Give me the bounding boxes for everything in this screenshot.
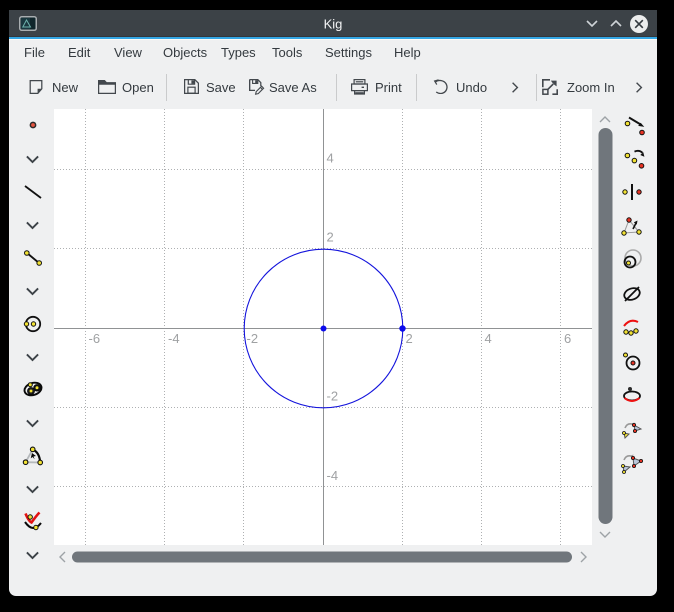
svg-text:Kig: Kig: [324, 17, 343, 32]
svg-text:2: 2: [406, 331, 413, 346]
svg-text:4: 4: [485, 331, 492, 346]
svg-text:-6: -6: [89, 331, 101, 346]
svg-text:2: 2: [327, 230, 334, 245]
svg-text:-4: -4: [168, 331, 180, 346]
svg-text:-2: -2: [327, 389, 339, 404]
svg-text:4: 4: [327, 151, 334, 166]
svg-text:-4: -4: [327, 468, 339, 483]
svg-text:6: 6: [564, 331, 571, 346]
svg-text:-2: -2: [247, 331, 259, 346]
